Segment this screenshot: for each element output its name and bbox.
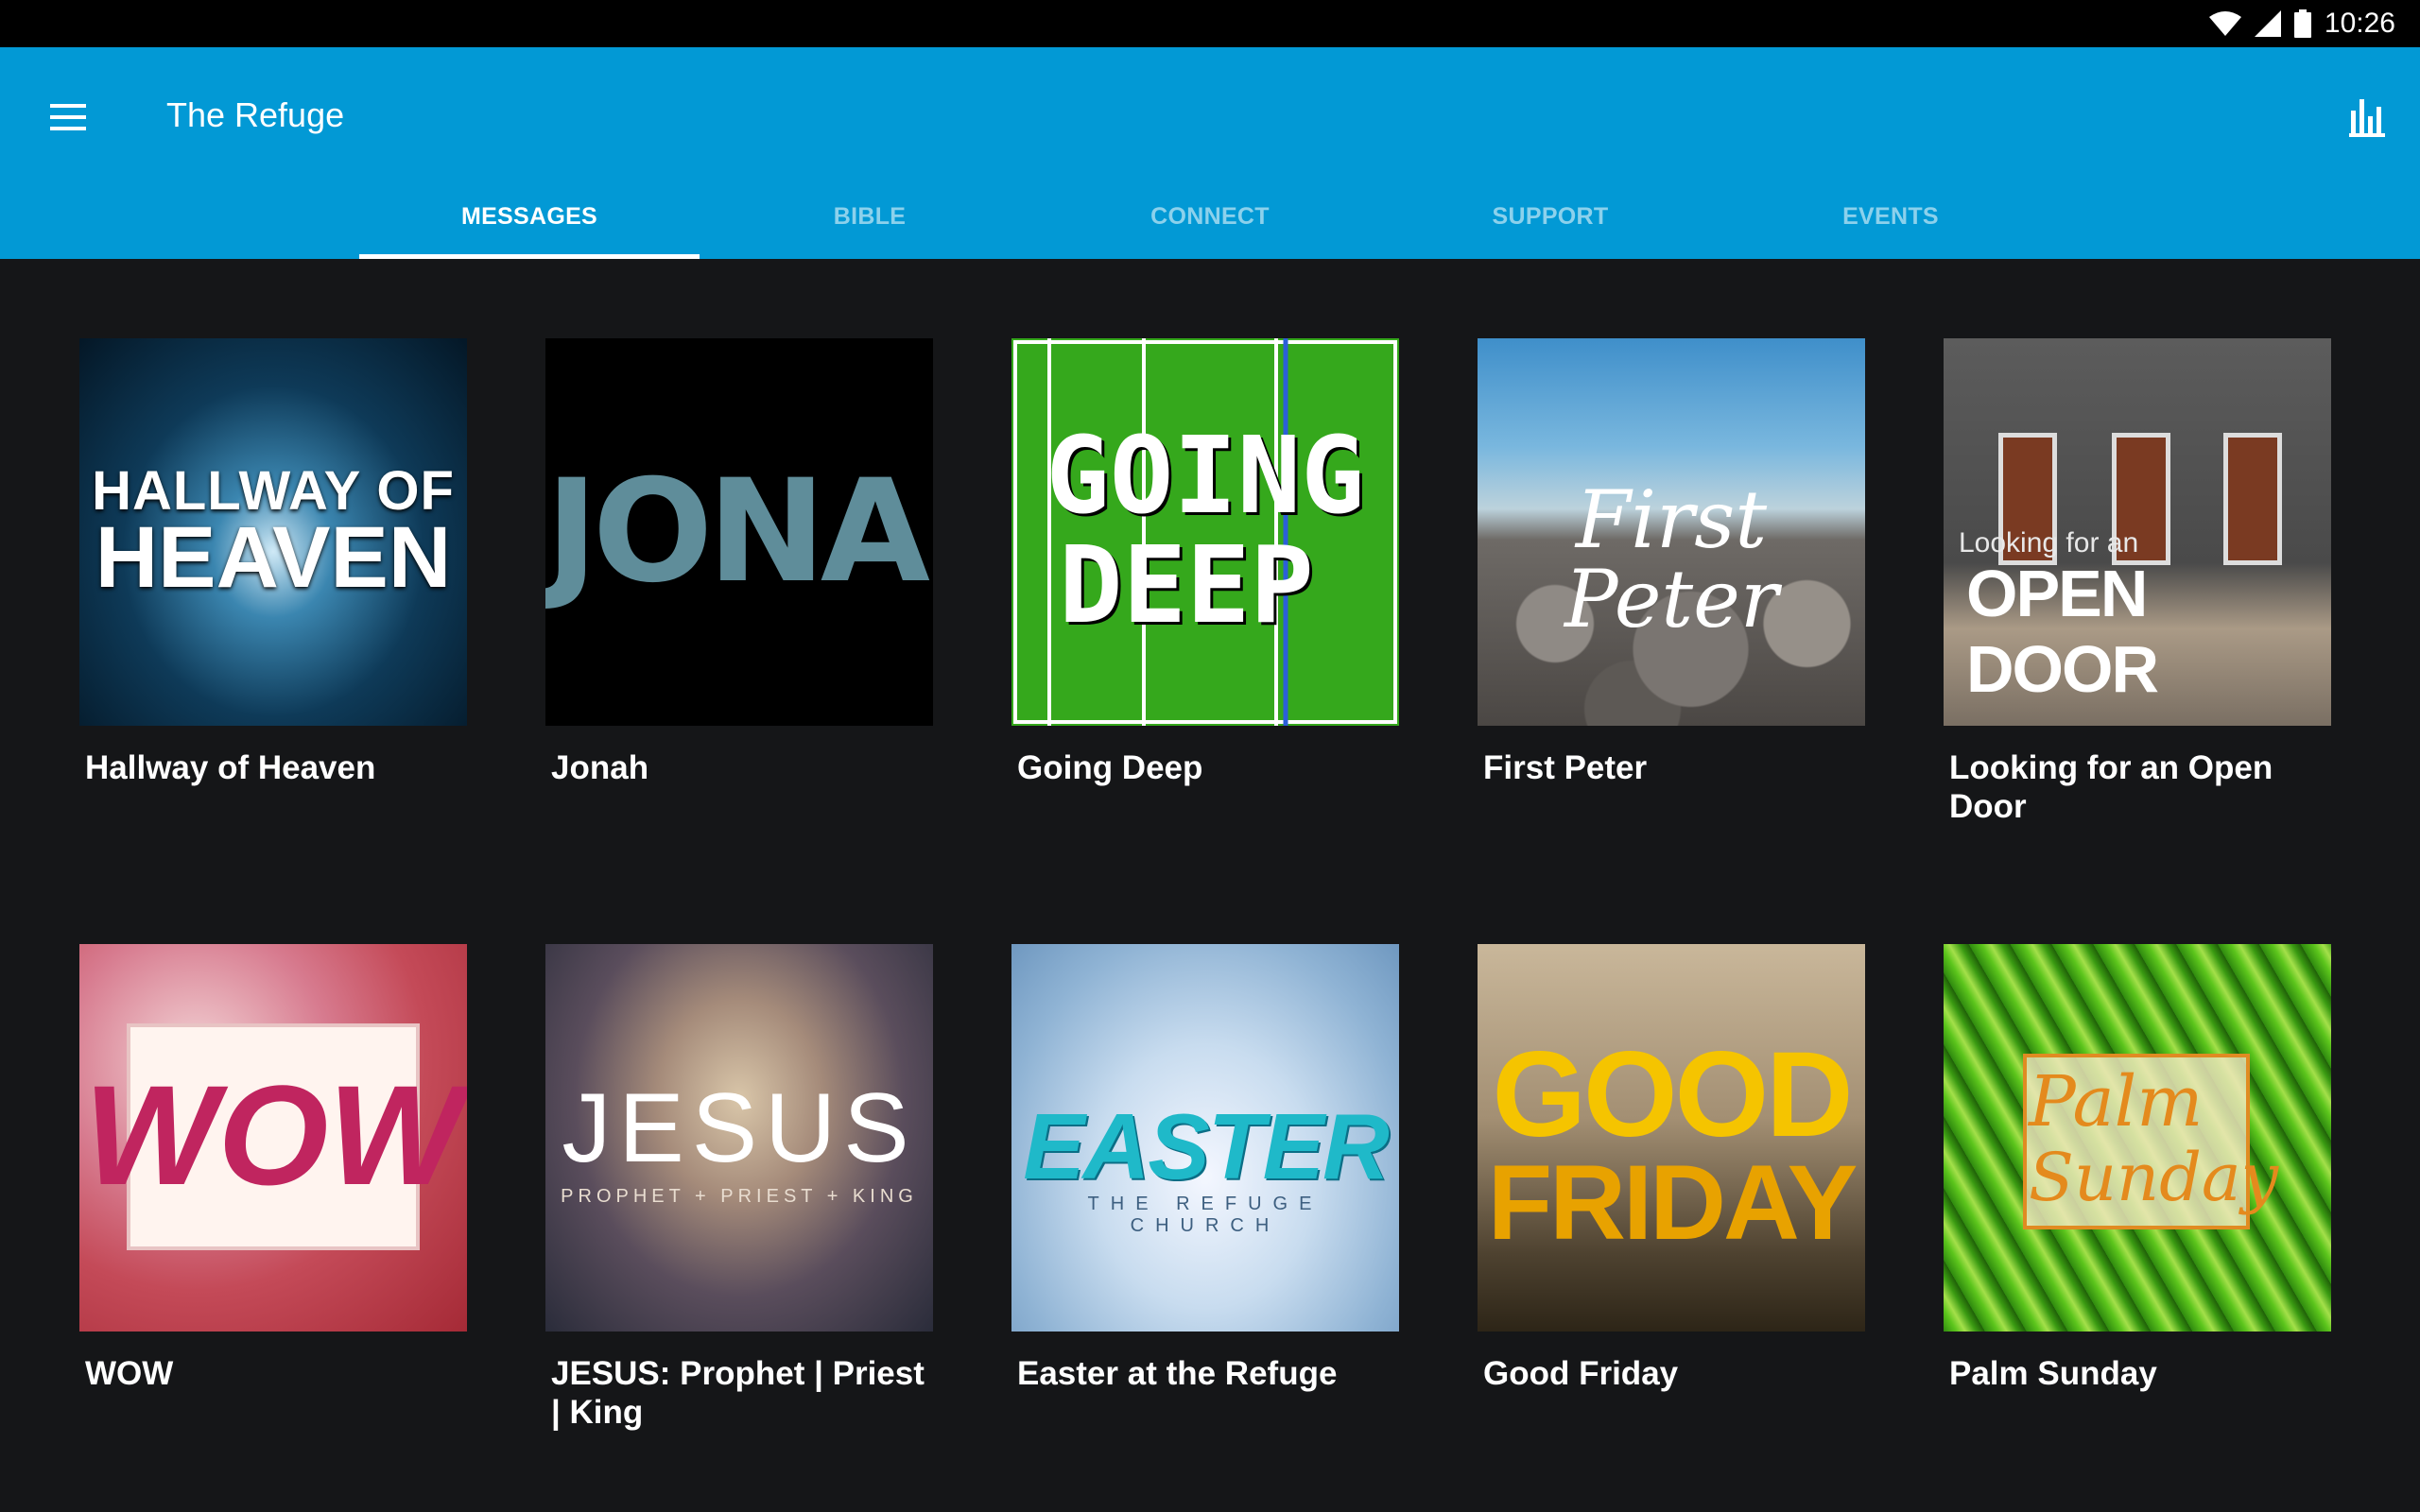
battery-icon	[2293, 9, 2311, 38]
artwork-text: EASTER	[1023, 1094, 1390, 1198]
message-title: Good Friday	[1483, 1355, 1679, 1392]
artwork-text: HEAVEN	[95, 509, 452, 606]
status-bar: 10:26	[0, 0, 2420, 47]
artwork-text: PROPHET + PRIEST + KING	[561, 1186, 918, 1207]
message-artwork: JONAH	[545, 338, 933, 726]
artwork-text: Palm	[2029, 1061, 2204, 1143]
cell-signal-icon	[2254, 10, 2281, 37]
message-artwork: WOW	[79, 944, 467, 1332]
message-title: JESUS: Prophet | Priest | King	[551, 1355, 925, 1431]
artwork-text: First Peter	[1564, 473, 1779, 645]
message-artwork: Palm Sunday	[1944, 944, 2331, 1332]
message-title: Going Deep	[1017, 749, 1203, 786]
message-artwork: GOING DEEP	[1011, 338, 1399, 726]
tab-messages[interactable]: MESSAGES	[359, 198, 700, 259]
message-title: Easter at the Refuge	[1017, 1355, 1338, 1392]
tab-label: MESSAGES	[460, 203, 598, 230]
message-artwork: GOOD FRIDAY	[1478, 944, 1865, 1332]
tab-label: SUPPORT	[1492, 203, 1609, 230]
artwork-text: FRIDAY	[1487, 1143, 1858, 1262]
message-title: Palm Sunday	[1949, 1355, 2157, 1392]
tab-bar: MESSAGES BIBLE CONNECT SUPPORT EVENTS	[0, 198, 2420, 259]
message-card[interactable]: JONAH Jonah	[545, 338, 933, 787]
hamburger-menu-icon	[50, 104, 86, 130]
tab-support[interactable]: SUPPORT	[1380, 198, 1720, 259]
message-title: Hallway of Heaven	[85, 749, 376, 786]
status-icons: 10:26	[2208, 8, 2395, 40]
stats-button[interactable]	[2335, 85, 2399, 149]
tab-label: EVENTS	[1842, 203, 1939, 230]
message-artwork: EASTER THE REFUGE CHURCH	[1011, 944, 1399, 1332]
artwork-text: DEEP	[1059, 524, 1314, 647]
artwork-text: Looking for an	[1959, 527, 2139, 558]
message-card[interactable]: JESUS PROPHET + PRIEST + KING JESUS: Pro…	[545, 944, 933, 1432]
artwork-text: THE REFUGE CHURCH	[1087, 1194, 1323, 1236]
message-card[interactable]: First Peter First Peter	[1478, 338, 1865, 787]
tab-label: CONNECT	[1150, 203, 1270, 230]
message-grid: HALLWAY OF HEAVEN Hallway of Heaven JONA…	[0, 259, 2420, 1512]
artwork-text: Sunday	[2029, 1139, 2279, 1216]
artwork-text: OPEN DOOR	[1966, 557, 2159, 706]
tab-events[interactable]: EVENTS	[1720, 198, 2061, 259]
artwork-text: GOING	[1046, 415, 1365, 538]
message-artwork: Looking for an OPEN DOOR	[1944, 338, 2331, 726]
message-card[interactable]: EASTER THE REFUGE CHURCH Easter at the R…	[1011, 944, 1399, 1393]
tab-label: BIBLE	[833, 203, 907, 230]
message-title: WOW	[85, 1355, 174, 1392]
message-title: First Peter	[1483, 749, 1648, 786]
message-card[interactable]: HALLWAY OF HEAVEN Hallway of Heaven	[79, 338, 467, 787]
app-bar: The Refuge MESSAGES BIBLE CONNECT SUPPOR…	[0, 47, 2420, 259]
artwork-text: WOW	[84, 1056, 462, 1214]
message-title: Jonah	[551, 749, 649, 786]
message-card[interactable]: GOOD FRIDAY Good Friday	[1478, 944, 1865, 1393]
app-title: The Refuge	[166, 95, 345, 134]
message-artwork: First Peter	[1478, 338, 1865, 726]
wifi-icon	[2208, 11, 2241, 36]
message-artwork: HALLWAY OF HEAVEN	[79, 338, 467, 726]
menu-button[interactable]	[42, 91, 95, 144]
artwork-text: JONAH	[545, 450, 933, 614]
message-card[interactable]: WOW WOW	[79, 944, 467, 1393]
artwork-text: GOOD	[1492, 1027, 1853, 1162]
message-card[interactable]: Looking for an OPEN DOOR Looking for an …	[1944, 338, 2331, 826]
message-title: Looking for an Open Door	[1949, 749, 2273, 825]
bar-chart-icon	[2349, 99, 2385, 137]
artwork-text: JESUS	[562, 1074, 917, 1183]
message-artwork: JESUS PROPHET + PRIEST + KING	[545, 944, 933, 1332]
message-card[interactable]: GOING DEEP Going Deep	[1011, 338, 1399, 787]
status-time: 10:26	[2324, 8, 2395, 39]
message-card[interactable]: Palm Sunday Palm Sunday	[1944, 944, 2331, 1393]
tab-connect[interactable]: CONNECT	[1040, 198, 1380, 259]
tab-bible[interactable]: BIBLE	[700, 198, 1040, 259]
